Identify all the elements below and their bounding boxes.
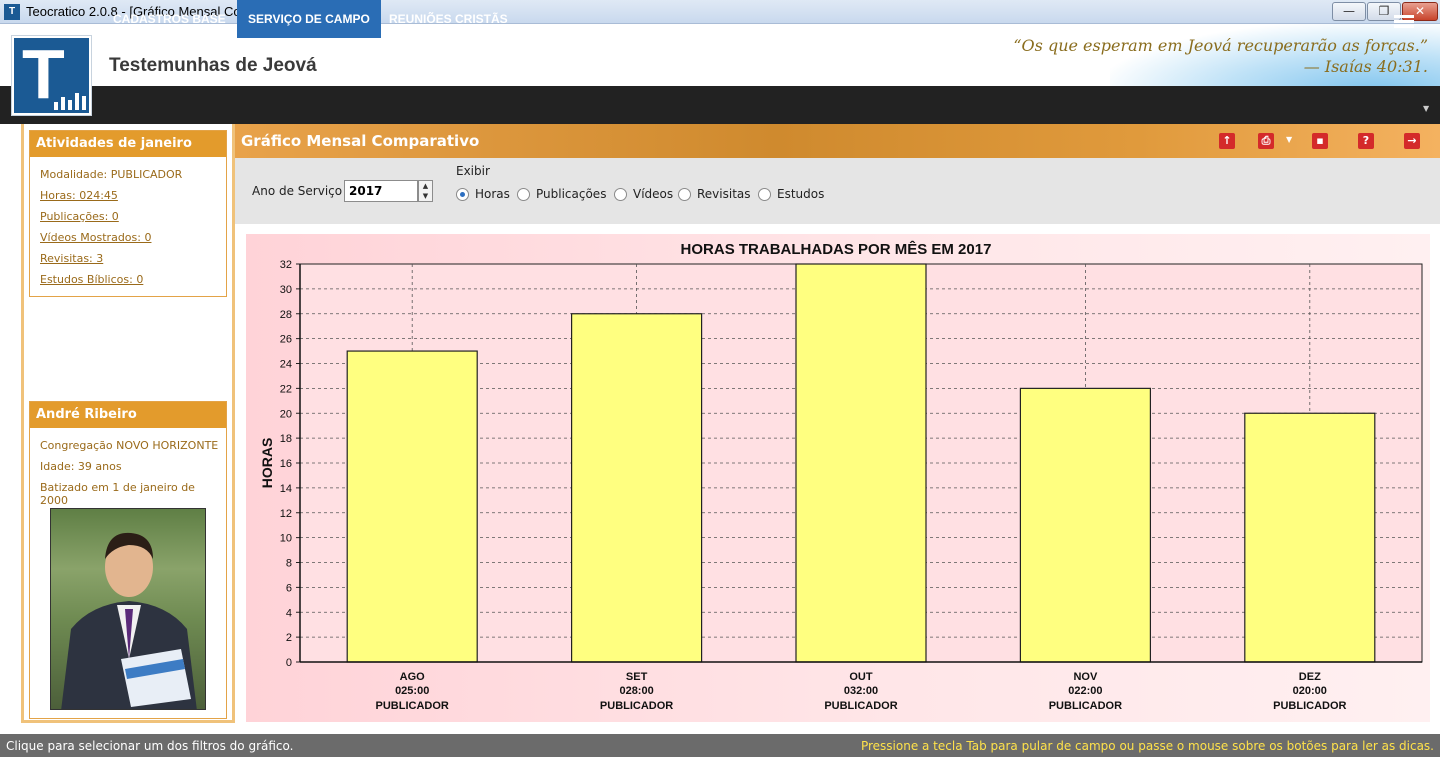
x-sublabel-hours: 028:00 <box>619 685 653 697</box>
y-tick-label: 26 <box>280 334 292 346</box>
menu-caret-icon: ▼ <box>1423 104 1430 113</box>
publicacoes-link[interactable]: Publicações: 0 <box>40 210 119 223</box>
revisitas-link[interactable]: Revisitas: 3 <box>40 252 103 265</box>
y-axis-label: HORAS <box>259 438 275 489</box>
modalidade-text: Modalidade: PUBLICADOR <box>40 168 183 181</box>
exibir-label: Exibir <box>456 164 490 178</box>
minimize-button[interactable]: — <box>1332 2 1366 21</box>
estudos-link[interactable]: Estudos Bíblicos: 0 <box>40 273 143 286</box>
person-photo-art <box>61 532 197 709</box>
x-tick-label: NOV <box>1073 671 1098 683</box>
bar-nov <box>1019 387 1152 663</box>
videos-link[interactable]: Vídeos Mostrados: 0 <box>40 231 151 244</box>
help-icon[interactable]: ? <box>1358 133 1374 149</box>
person-panel: André Ribeiro Congregação NOVO HORIZONTE… <box>29 401 227 719</box>
person-name: André Ribeiro <box>30 402 226 428</box>
y-tick-label: 30 <box>280 284 292 296</box>
logo-bars-icon <box>54 88 86 110</box>
main-menu <box>0 86 1440 124</box>
radio-label: Horas <box>475 187 510 201</box>
menu-reunioes-cristas[interactable]: REUNIÕES CRISTÃS <box>377 0 520 38</box>
y-tick-label: 4 <box>286 607 292 619</box>
verse-reference: — Isaías 40:31. <box>1303 57 1428 76</box>
y-tick-label: 0 <box>286 657 292 669</box>
x-tick-label: OUT <box>849 671 873 683</box>
x-tick-label: AGO <box>400 671 426 683</box>
app-icon: T <box>4 4 20 20</box>
radio-label: Vídeos <box>633 187 674 201</box>
menu-servico-de-campo[interactable]: SERVIÇO DE CAMPO <box>237 0 381 38</box>
menu-cadastros-base[interactable]: CADASTROS BASE <box>101 0 238 38</box>
status-hint-left: Clique para selecionar um dos filtros do… <box>6 739 294 753</box>
org-name: Testemunhas de Jeová <box>109 55 317 76</box>
radio-publicacoes[interactable]: Publicações <box>517 186 606 202</box>
y-tick-label: 18 <box>280 433 292 445</box>
x-sublabel-hours: 032:00 <box>844 685 878 697</box>
radio-horas[interactable]: Horas <box>456 186 510 202</box>
radio-dot[interactable] <box>517 187 530 201</box>
x-tick-label: SET <box>626 671 648 683</box>
x-tick-label: DEZ <box>1299 671 1321 683</box>
y-tick-label: 10 <box>280 533 292 545</box>
radio-dot[interactable] <box>456 187 469 201</box>
print-icon[interactable]: ⎙ <box>1258 133 1274 149</box>
y-tick-label: 2 <box>286 632 292 644</box>
verse-text: “Os que esperam em Jeová recuperarão as … <box>1013 36 1428 55</box>
radio-label: Publicações <box>536 187 607 201</box>
x-sublabel-role: PUBLICADOR <box>600 700 673 712</box>
horas-link[interactable]: Horas: 024:45 <box>40 189 118 202</box>
radio-dot[interactable] <box>614 187 627 201</box>
y-tick-label: 6 <box>286 582 292 594</box>
bar-dez <box>1244 412 1376 663</box>
x-sublabel-hours: 020:00 <box>1293 685 1327 697</box>
year-input[interactable]: 2017 <box>344 180 418 202</box>
year-stepper[interactable]: ▲ ▼ <box>418 180 433 202</box>
exit-icon[interactable]: → <box>1404 133 1420 149</box>
year-label: Ano de Serviço <box>252 184 343 198</box>
bar-set <box>571 313 703 663</box>
x-sublabel-hours: 025:00 <box>395 685 429 697</box>
page-title: Gráfico Mensal Comparativo <box>241 132 480 150</box>
hamburger-menu-icon[interactable] <box>1394 15 1414 29</box>
header-verse: “Os que esperam em Jeová recuperarão as … <box>1013 35 1428 77</box>
chart-title: HORAS TRABALHADAS POR MÊS EM 2017 <box>681 240 992 258</box>
y-tick-label: 8 <box>286 558 292 570</box>
x-sublabel-role: PUBLICADOR <box>376 700 449 712</box>
idade-text: Idade: 39 anos <box>40 460 122 473</box>
y-tick-label: 16 <box>280 458 292 470</box>
x-sublabel-hours: 022:00 <box>1068 685 1102 697</box>
congregacao-text: Congregação NOVO HORIZONTE <box>40 439 219 452</box>
y-tick-label: 14 <box>280 483 292 495</box>
radio-videos[interactable]: Vídeos <box>614 186 673 202</box>
batizado-text: Batizado em 1 de janeiro de 2000 <box>40 481 195 507</box>
x-sublabel-role: PUBLICADOR <box>824 700 897 712</box>
y-tick-label: 20 <box>280 408 292 420</box>
y-tick-label: 24 <box>280 359 292 371</box>
bar-chart[interactable]: HORAS TRABALHADAS POR MÊS EM 2017HORAS02… <box>246 234 1430 722</box>
export-icon[interactable]: ▪ <box>1312 133 1328 149</box>
y-tick-label: 12 <box>280 508 292 520</box>
spin-up-icon[interactable]: ▲ <box>419 181 432 191</box>
activities-title: Atividades de janeiro <box>30 131 226 157</box>
status-hint-right: Pressione a tecla Tab para pular de camp… <box>860 739 1434 753</box>
y-tick-label: 28 <box>280 309 292 321</box>
radio-label: Revisitas <box>697 187 751 201</box>
activities-panel: Atividades de janeiro Modalidade: PUBLIC… <box>29 130 227 297</box>
print-dropdown-icon[interactable]: ▼ <box>1286 135 1292 144</box>
radio-revisitas[interactable]: Revisitas <box>678 186 751 202</box>
person-photo <box>50 508 206 710</box>
x-sublabel-role: PUBLICADOR <box>1273 700 1346 712</box>
radio-dot[interactable] <box>678 187 691 201</box>
y-tick-label: 32 <box>280 259 292 271</box>
radio-estudos[interactable]: Estudos <box>758 186 824 202</box>
app-logo: T <box>12 35 91 115</box>
radio-dot[interactable] <box>758 187 771 201</box>
up-arrow-icon[interactable]: ↑ <box>1219 133 1235 149</box>
radio-label: Estudos <box>777 187 825 201</box>
y-tick-label: 22 <box>280 383 292 395</box>
bar-ago <box>346 350 478 663</box>
x-sublabel-role: PUBLICADOR <box>1049 700 1122 712</box>
bar-out <box>795 263 927 663</box>
spin-down-icon[interactable]: ▼ <box>419 191 432 201</box>
